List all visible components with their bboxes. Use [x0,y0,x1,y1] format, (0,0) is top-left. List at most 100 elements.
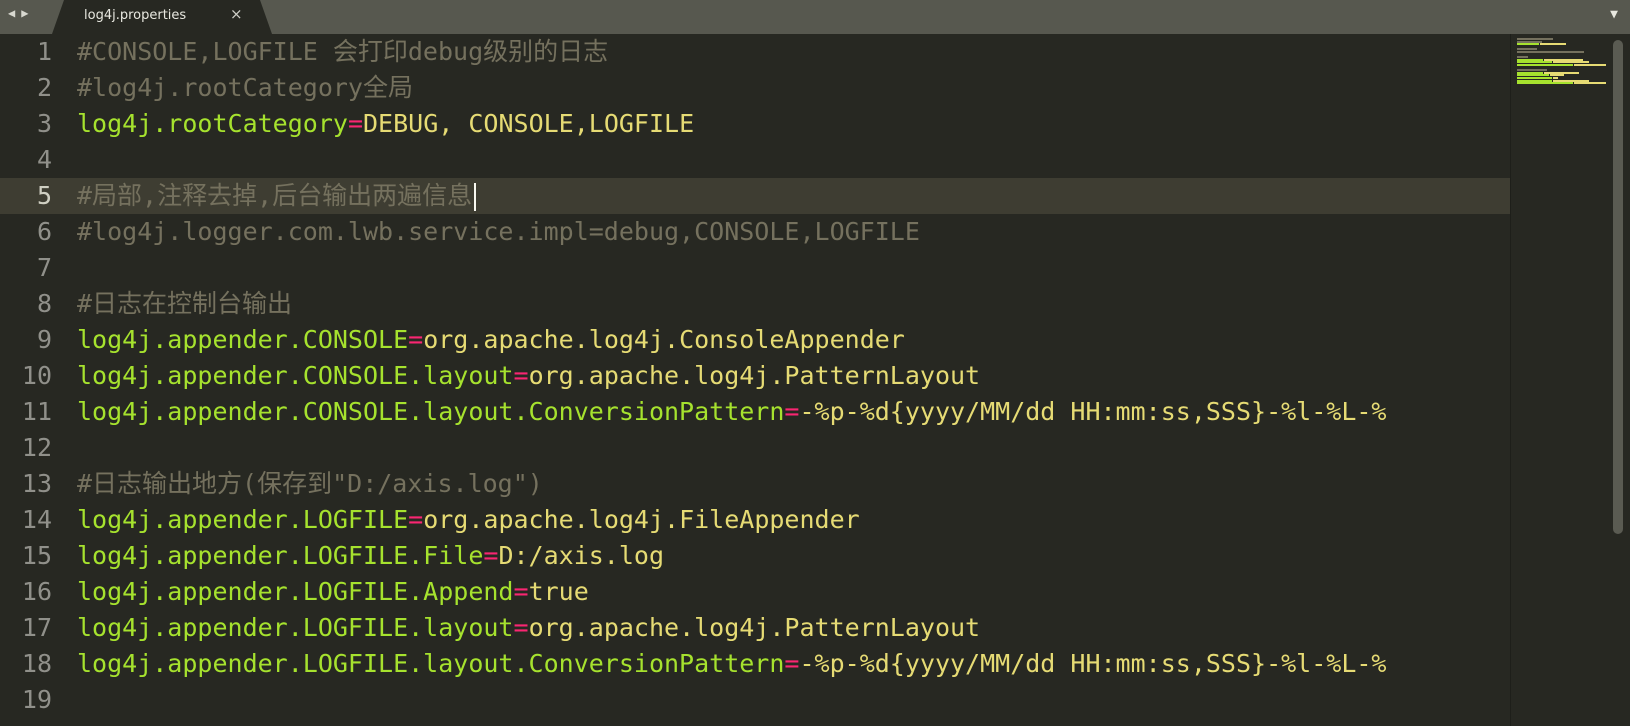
code-line[interactable]: 11 log4j.appender.CONSOLE.layout.Conversi… [0,394,1510,430]
property-key: log4j.appender.LOGFILE.layout.Conversion… [77,649,785,678]
code-text[interactable]: log4j.appender.LOGFILE.layout.Conversion… [77,646,1386,682]
code-text[interactable]: #日志在控制台输出 [77,286,292,322]
code-line[interactable]: 15 log4j.appender.LOGFILE.File=D:/axis.lo… [0,538,1510,574]
code-line[interactable]: 17 log4j.appender.LOGFILE.layout=org.apac… [0,610,1510,646]
line-number: 6 [36,217,52,246]
property-value: DEBUG, CONSOLE,LOGFILE [363,109,695,138]
code-text[interactable]: #日志输出地方(保存到"D:/axis.log") [77,466,543,502]
line-number: 9 [36,325,52,354]
property-key: log4j.appender.LOGFILE.File [77,541,484,570]
line-number: 5 [36,181,52,210]
close-icon[interactable]: × [230,5,243,23]
line-number: 1 [36,37,52,66]
tab-nav-arrows[interactable]: ◀▶ [8,6,34,20]
tab-bar: ◀▶ log4j.properties × ▼ [0,0,1630,34]
property-key: log4j.appender.CONSOLE.layout.Conversion… [77,397,785,426]
nav-forward-icon[interactable]: ▶ [21,6,34,20]
equals-operator: = [483,541,499,570]
property-value: org.apache.log4j.PatternLayout [528,361,981,390]
text-cursor [474,183,477,211]
property-key: log4j.appender.LOGFILE.layout [77,613,514,642]
property-key: log4j.appender.CONSOLE.layout [77,361,514,390]
code-line[interactable]: 6 #log4j.logger.com.lwb.service.impl=debu… [0,214,1510,250]
code-line[interactable]: 13 #日志输出地方(保存到"D:/axis.log") [0,466,1510,502]
code-text[interactable]: #log4j.rootCategory全局 [77,70,413,106]
chevron-down-icon[interactable]: ▼ [1610,7,1618,22]
vertical-scrollbar[interactable] [1613,40,1623,534]
code-text[interactable]: #局部,注释去掉,后台输出两遍信息 [77,178,477,214]
minimap-line [1539,43,1566,46]
code-line[interactable]: 16 log4j.appender.LOGFILE.Append=true [0,574,1510,610]
property-value: -%p-%d{yyyy/MM/dd HH:mm:ss,SSS}-%l-%L-% [799,397,1387,426]
code-text[interactable]: log4j.appender.LOGFILE.File=D:/axis.log [77,538,664,574]
equals-operator: = [347,109,363,138]
line-number: 11 [21,397,52,426]
equals-operator: = [408,505,424,534]
line-number: 13 [21,469,52,498]
minimap-line [1517,82,1574,85]
code-line[interactable]: 10 log4j.appender.CONSOLE.layout=org.apac… [0,358,1510,394]
minimap-line [1517,51,1585,53]
code-text[interactable]: #log4j.logger.com.lwb.service.impl=debug… [77,214,920,250]
code-line[interactable]: 8 #日志在控制台输出 [0,286,1510,322]
code-line[interactable]: 12 [0,430,1510,466]
tab-log4j-properties[interactable]: log4j.properties × [52,0,272,34]
minimap-line [1574,82,1606,85]
property-value: org.apache.log4j.PatternLayout [528,613,981,642]
property-value: -%p-%d{yyyy/MM/dd HH:mm:ss,SSS}-%l-%L-% [799,649,1387,678]
code-line[interactable]: 18 log4j.appender.LOGFILE.layout.Conversi… [0,646,1510,682]
code-line[interactable]: 3 log4j.rootCategory=DEBUG, CONSOLE,LOGFI… [0,106,1510,142]
property-key: log4j.appender.CONSOLE [77,325,409,354]
comment-text: #日志在控制台输出 [77,289,293,318]
comment-text: #CONSOLE,LOGFILE 会打印debug级别的日志 [77,37,609,66]
code-text[interactable]: log4j.appender.LOGFILE.layout=org.apache… [77,610,980,646]
comment-text: #日志输出地方(保存到"D:/axis.log") [77,469,543,498]
comment-text: #log4j.rootCategory全局 [77,73,413,102]
equals-operator: = [784,397,800,426]
property-value: D:/axis.log [498,541,665,570]
equals-operator: = [408,325,424,354]
comment-text: #log4j.logger.com.lwb.service.impl=debug… [77,217,920,246]
code-text[interactable]: log4j.appender.CONSOLE.layout=org.apache… [77,358,980,394]
line-number: 12 [21,433,52,462]
equals-operator: = [513,361,529,390]
line-number: 17 [21,613,52,642]
code-text[interactable]: log4j.rootCategory=DEBUG, CONSOLE,LOGFIL… [77,106,694,142]
code-line[interactable]: 9 log4j.appender.CONSOLE=org.apache.log4j… [0,322,1510,358]
minimap-line [1574,64,1606,66]
tab-title: log4j.properties [84,8,187,23]
property-value: true [528,577,589,606]
line-number: 18 [21,649,52,678]
equals-operator: = [513,577,529,606]
code-line[interactable]: 5 #局部,注释去掉,后台输出两遍信息 [0,178,1510,214]
code-line[interactable]: 7 [0,250,1510,286]
property-key: log4j.rootCategory [77,109,348,138]
property-value: org.apache.log4j.FileAppender [423,505,860,534]
minimap[interactable] [1510,34,1611,726]
code-text[interactable]: #CONSOLE,LOGFILE 会打印debug级别的日志 [77,34,608,70]
code-line[interactable]: 4 [0,142,1510,178]
code-line[interactable]: 2 #log4j.rootCategory全局 [0,70,1510,106]
line-number: 16 [21,577,52,606]
line-number: 8 [36,289,52,318]
line-number: 14 [21,505,52,534]
code-text[interactable]: log4j.appender.CONSOLE.layout.Conversion… [77,394,1386,430]
equals-operator: = [513,613,529,642]
property-value: org.apache.log4j.ConsoleAppender [423,325,905,354]
line-number: 2 [36,73,52,102]
code-line[interactable]: 14 log4j.appender.LOGFILE=org.apache.log4… [0,502,1510,538]
comment-text: #局部,注释去掉,后台输出两遍信息 [77,181,473,210]
minimap-line [1517,64,1574,66]
code-editor[interactable]: 1 #CONSOLE,LOGFILE 会打印debug级别的日志 2 #log4j.r… [0,34,1510,726]
code-text[interactable]: log4j.appender.LOGFILE.Append=true [77,574,589,610]
minimap-line [1517,43,1539,46]
code-text[interactable]: log4j.appender.LOGFILE=org.apache.log4j.… [77,502,860,538]
line-number: 10 [21,361,52,390]
property-key: log4j.appender.LOGFILE.Append [77,577,514,606]
code-line[interactable]: 19 [0,682,1510,718]
property-key: log4j.appender.LOGFILE [77,505,409,534]
nav-back-icon[interactable]: ◀ [8,6,21,20]
code-line[interactable]: 1 #CONSOLE,LOGFILE 会打印debug级别的日志 [0,34,1510,70]
line-number: 15 [21,541,52,570]
code-text[interactable]: log4j.appender.CONSOLE=org.apache.log4j.… [77,322,905,358]
